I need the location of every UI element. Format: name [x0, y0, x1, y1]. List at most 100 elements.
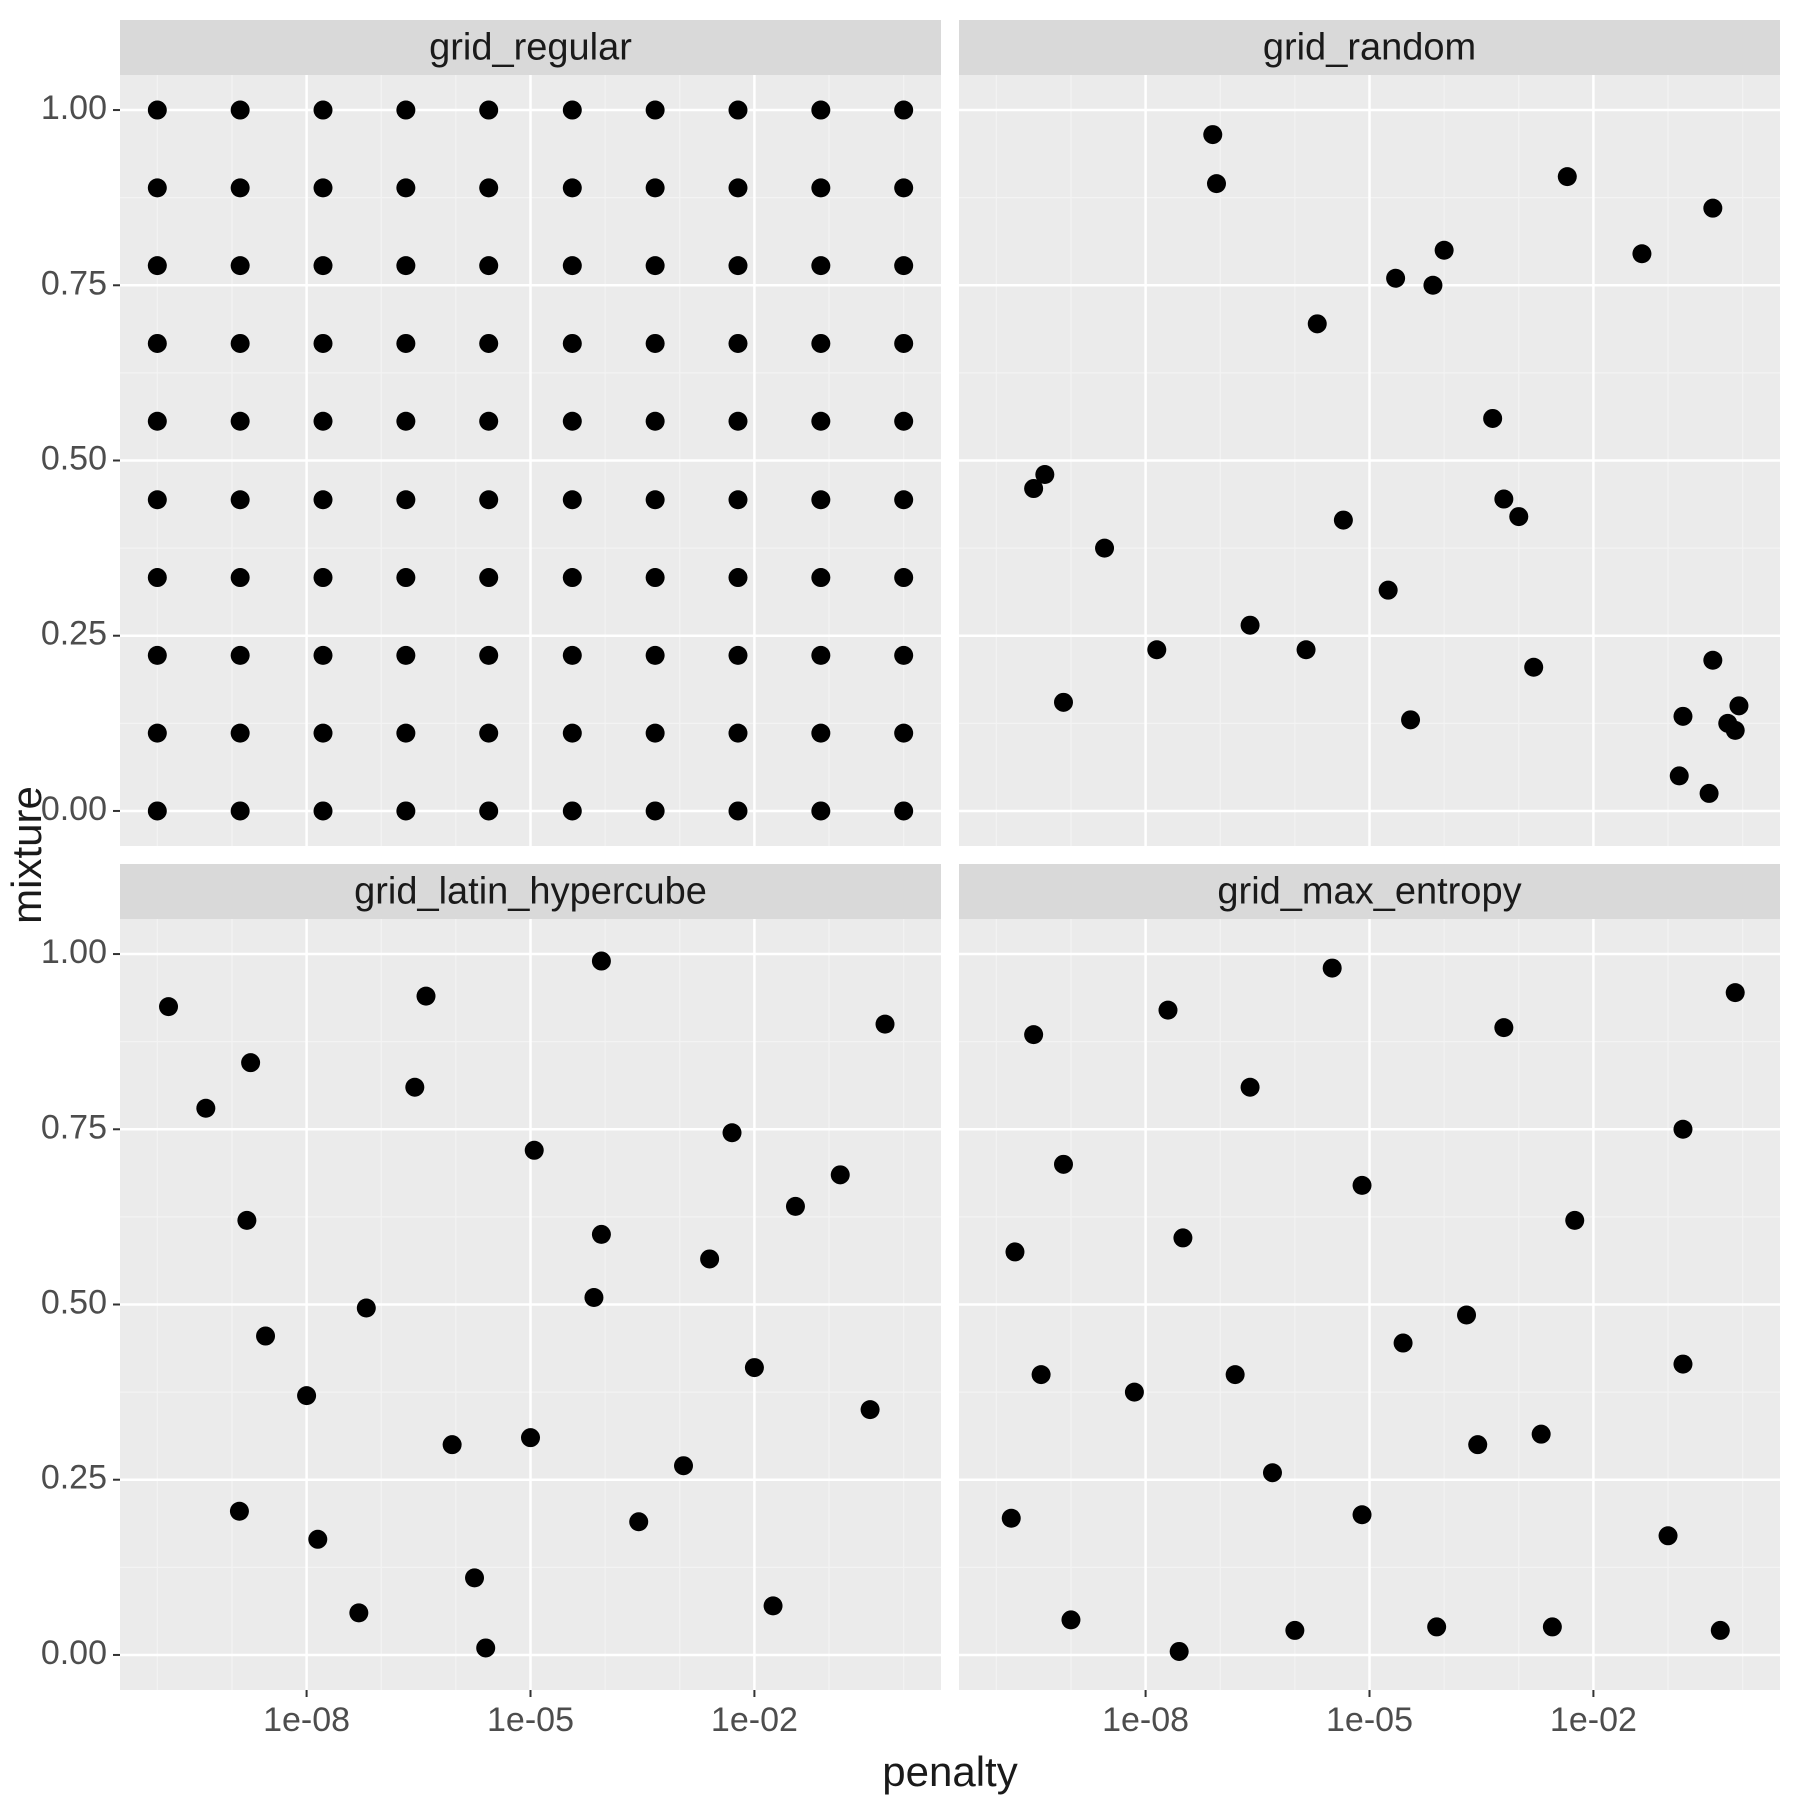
- data-point: [563, 101, 582, 120]
- data-point: [1353, 1505, 1372, 1524]
- data-point: [1095, 539, 1114, 558]
- data-point: [148, 646, 167, 665]
- data-point: [629, 1512, 648, 1531]
- data-point: [479, 724, 498, 743]
- data-point: [314, 101, 333, 120]
- y-tick-label: 1.00: [41, 933, 107, 971]
- data-point: [231, 101, 250, 120]
- data-point: [196, 1099, 215, 1118]
- data-point: [811, 412, 830, 431]
- data-point: [674, 1456, 693, 1475]
- data-point: [894, 334, 913, 353]
- data-point: [646, 490, 665, 509]
- data-point: [894, 490, 913, 509]
- data-point: [1483, 409, 1502, 428]
- data-point: [479, 801, 498, 820]
- data-point: [723, 1123, 742, 1142]
- data-point: [148, 568, 167, 587]
- data-point: [476, 1638, 495, 1657]
- data-point: [1226, 1365, 1245, 1384]
- data-point: [231, 724, 250, 743]
- data-point: [231, 412, 250, 431]
- facet-strip-label: grid_random: [1263, 27, 1476, 69]
- data-point: [1323, 959, 1342, 978]
- data-point: [1386, 269, 1405, 288]
- data-point: [894, 568, 913, 587]
- data-point: [563, 490, 582, 509]
- data-point: [894, 101, 913, 120]
- data-point: [592, 1225, 611, 1244]
- data-point: [231, 334, 250, 353]
- data-point: [1005, 1242, 1024, 1261]
- data-point: [1558, 167, 1577, 186]
- data-point: [349, 1603, 368, 1622]
- data-point: [811, 724, 830, 743]
- data-point: [646, 412, 665, 431]
- data-point: [256, 1327, 275, 1346]
- y-tick-label: 1.00: [41, 89, 107, 127]
- data-point: [700, 1249, 719, 1268]
- data-point: [1173, 1228, 1192, 1247]
- panel: [120, 75, 941, 846]
- data-point: [396, 101, 415, 120]
- data-point: [479, 568, 498, 587]
- data-point: [1565, 1211, 1584, 1230]
- data-point: [148, 801, 167, 820]
- data-point: [479, 334, 498, 353]
- data-point: [1673, 1120, 1692, 1139]
- data-point: [646, 101, 665, 120]
- data-point: [1509, 507, 1528, 526]
- data-point: [831, 1165, 850, 1184]
- data-point: [1468, 1435, 1487, 1454]
- data-point: [811, 178, 830, 197]
- data-point: [1297, 640, 1316, 659]
- data-point: [786, 1197, 805, 1216]
- data-point: [396, 801, 415, 820]
- y-tick-label: 0.25: [41, 615, 107, 653]
- data-point: [1158, 1001, 1177, 1020]
- data-point: [861, 1400, 880, 1419]
- data-point: [1170, 1642, 1189, 1661]
- data-point: [148, 256, 167, 275]
- data-point: [811, 490, 830, 509]
- data-point: [1061, 1610, 1080, 1629]
- data-point: [396, 256, 415, 275]
- data-point: [1379, 581, 1398, 600]
- data-point: [148, 490, 167, 509]
- data-point: [646, 334, 665, 353]
- data-point: [231, 646, 250, 665]
- data-point: [1729, 696, 1748, 715]
- y-tick-label: 0.50: [41, 439, 107, 477]
- data-point: [728, 256, 747, 275]
- data-point: [314, 724, 333, 743]
- data-point: [230, 1502, 249, 1521]
- x-axis-title: penalty: [882, 1748, 1017, 1795]
- data-point: [1703, 199, 1722, 218]
- data-point: [479, 412, 498, 431]
- data-point: [148, 101, 167, 120]
- data-point: [396, 334, 415, 353]
- data-point: [728, 646, 747, 665]
- data-point: [646, 646, 665, 665]
- data-point: [1659, 1526, 1678, 1545]
- data-point: [314, 178, 333, 197]
- data-point: [1494, 490, 1513, 509]
- data-point: [1353, 1176, 1372, 1195]
- data-point: [396, 178, 415, 197]
- x-tick-label: 1e-08: [263, 1701, 350, 1739]
- data-point: [1427, 1617, 1446, 1636]
- data-point: [728, 490, 747, 509]
- data-point: [479, 178, 498, 197]
- facet-strip-label: grid_max_entropy: [1217, 871, 1521, 913]
- data-point: [563, 256, 582, 275]
- data-point: [745, 1358, 764, 1377]
- data-point: [1024, 1025, 1043, 1044]
- data-point: [563, 568, 582, 587]
- facet-strip-label: grid_latin_hypercube: [354, 871, 707, 913]
- data-point: [1334, 511, 1353, 530]
- data-point: [1703, 651, 1722, 670]
- y-tick-label: 0.75: [41, 1108, 107, 1146]
- data-point: [479, 646, 498, 665]
- data-point: [443, 1435, 462, 1454]
- data-point: [894, 256, 913, 275]
